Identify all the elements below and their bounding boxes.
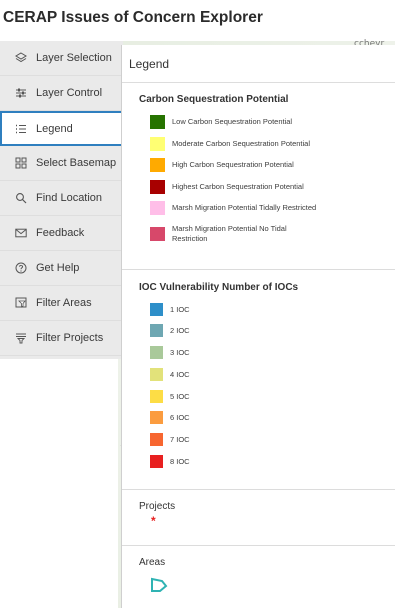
legend-swatch [150, 201, 165, 215]
sidebar-item-feedback[interactable]: Feedback [0, 216, 123, 251]
envelope-icon [15, 227, 27, 239]
legend-label: 1 IOC [170, 304, 190, 314]
section-divider [122, 269, 395, 270]
legend-label: Moderate Carbon Sequestration Potential [172, 139, 311, 148]
carbon-section: Carbon Sequestration Potential [122, 94, 395, 105]
app-title: CERAP Issues of Concern Explorer [3, 9, 263, 26]
sidebar-item-label: Layer Control [36, 87, 103, 99]
legend-item: Low Carbon Sequestration Potential [150, 115, 292, 129]
legend-swatch [150, 455, 163, 468]
sidebar-item-filter-areas[interactable]: Filter Areas [0, 286, 123, 321]
basemap-grid-icon [15, 157, 27, 169]
list-icon [15, 123, 27, 135]
legend-label: Low Carbon Sequestration Potential [172, 117, 293, 126]
ioc-section: IOC Vulnerability Number of IOCs [122, 282, 395, 293]
legend-item: 3 IOC [150, 346, 190, 359]
legend-item: 6 IOC [150, 411, 190, 424]
sidebar-item-layer-control[interactable]: Layer Control [0, 76, 123, 111]
legend-swatch [150, 346, 163, 359]
area-polygon-icon [150, 577, 168, 593]
legend-label: Marsh Migration Potential No Tidal Restr… [172, 224, 287, 243]
project-symbol: * [151, 514, 156, 528]
sidebar-nav: Layer Selection Layer Control Legend Sel… [0, 41, 123, 359]
sliders-icon [15, 87, 27, 99]
legend-item: Marsh Migration Potential Tidally Restri… [150, 201, 316, 215]
sidebar-item-label: Filter Projects [36, 332, 104, 344]
legend-swatch [150, 227, 165, 241]
legend-label: 6 IOC [170, 412, 190, 422]
section-title: Areas [139, 557, 166, 568]
section-divider [122, 489, 395, 490]
legend-swatch [150, 180, 165, 194]
legend-swatch [150, 390, 163, 403]
sidebar-item-legend[interactable]: Legend [0, 111, 123, 146]
search-icon [15, 192, 27, 204]
legend-label: 5 IOC [170, 391, 190, 401]
legend-item: 4 IOC [150, 368, 190, 381]
legend-swatch [150, 303, 163, 316]
section-title: Projects [139, 501, 176, 512]
legend-item: Highest Carbon Sequestration Potential [150, 180, 304, 194]
legend-panel: Legend Carbon Sequestration Potential Lo… [121, 45, 395, 608]
legend-swatch [150, 324, 163, 337]
legend-label: 7 IOC [170, 434, 190, 444]
sidebar-item-layer-selection[interactable]: Layer Selection [0, 41, 123, 76]
sidebar-item-label: Filter Areas [36, 297, 92, 309]
legend-item: 2 IOC [150, 324, 190, 337]
sidebar-item-label: Find Location [36, 192, 103, 204]
section-divider [122, 545, 395, 546]
sidebar-item-label: Layer Selection [36, 52, 112, 64]
sidebar-item-label: Select Basemap [36, 157, 117, 169]
legend-item: 8 IOC [150, 455, 190, 468]
legend-swatch [150, 368, 163, 381]
sidebar-item-find-location[interactable]: Find Location [0, 181, 123, 216]
help-icon [15, 262, 27, 274]
legend-label: 3 IOC [170, 347, 190, 357]
legend-swatch [150, 158, 165, 172]
sidebar-item-label: Get Help [36, 262, 80, 274]
legend-item: 1 IOC [150, 303, 190, 316]
projects-section: Projects [122, 501, 395, 512]
sidebar-item-label: Feedback [36, 227, 85, 239]
layers-icon [15, 52, 27, 64]
legend-label: High Carbon Sequestration Potential [172, 160, 294, 169]
legend-item: Marsh Migration Potential No Tidal Restr… [150, 224, 312, 244]
legend-swatch [150, 411, 163, 424]
legend-item: 5 IOC [150, 390, 190, 403]
legend-label: 8 IOC [170, 456, 190, 466]
legend-item: High Carbon Sequestration Potential [150, 158, 294, 172]
legend-label: 2 IOC [170, 325, 190, 335]
section-title: Carbon Sequestration Potential [139, 94, 289, 105]
legend-label: Highest Carbon Sequestration Potential [172, 182, 304, 191]
sidebar-item-label: Legend [36, 122, 73, 135]
filter-projects-icon [15, 332, 27, 344]
section-title: IOC Vulnerability Number of IOCs [139, 282, 299, 293]
sidebar-item-select-basemap[interactable]: Select Basemap [0, 146, 123, 181]
areas-section: Areas [122, 557, 395, 568]
panel-title: Legend [122, 45, 395, 83]
legend-swatch [150, 433, 163, 446]
sidebar-item-filter-projects[interactable]: Filter Projects [0, 321, 123, 356]
legend-item: Moderate Carbon Sequestration Potential [150, 137, 310, 151]
filter-areas-icon [15, 297, 27, 309]
legend-label: Marsh Migration Potential Tidally Restri… [172, 203, 317, 212]
legend-swatch [150, 137, 165, 151]
legend-label: 4 IOC [170, 369, 190, 379]
legend-item: 7 IOC [150, 433, 190, 446]
sidebar-item-get-help[interactable]: Get Help [0, 251, 123, 286]
legend-swatch [150, 115, 165, 129]
